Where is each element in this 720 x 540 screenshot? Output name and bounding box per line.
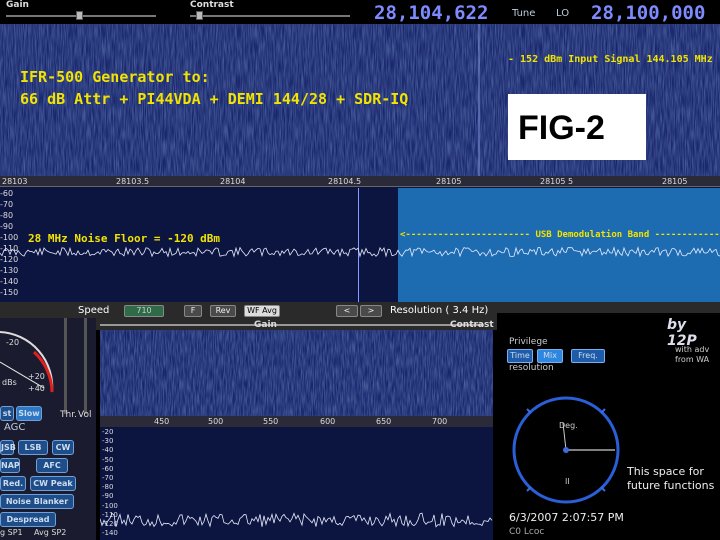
meter-tick: +20: [28, 372, 45, 381]
lo-frequency[interactable]: 28,100,000: [591, 2, 705, 24]
freq-tick: 28103.5: [116, 177, 150, 186]
bottom-status: C0 Lcoc: [509, 527, 545, 537]
resolution-label: resolution: [509, 363, 554, 373]
future-text-2: future functions: [627, 479, 715, 492]
mid-gain-label: Gain: [254, 320, 277, 330]
lo-label: LO: [556, 8, 570, 19]
red-button[interactable]: Red.: [0, 476, 26, 491]
gain-label: Gain: [6, 0, 29, 10]
generator-annotation-line2: 66 dB Attr + PI44VDA + DEMI 144/28 + SDR…: [20, 90, 409, 108]
tagline-1: with adv: [675, 345, 710, 354]
middle-spectrum[interactable]: 450 500 550 600 650 700 -20 -30 -40 -50 …: [100, 416, 493, 540]
thr-slider[interactable]: [64, 318, 67, 414]
lsb-button[interactable]: LSB: [18, 440, 48, 455]
dial-clock[interactable]: [511, 395, 621, 505]
mid-freq-tick: 550: [263, 417, 279, 426]
prev-button[interactable]: <: [336, 305, 358, 317]
tab-time[interactable]: Time: [507, 349, 533, 363]
mid-contrast-label: Contrast: [450, 320, 494, 330]
resolution-text: Resolution ( 3.4 Hz): [390, 305, 489, 316]
freq-tick: 28105 5: [540, 177, 574, 186]
despread-button[interactable]: Despread: [0, 512, 56, 527]
mid-freq-tick: 450: [154, 417, 170, 426]
timestamp: 6/3/2007 2:07:57 PM: [509, 511, 624, 524]
tagline-2: from WA: [675, 355, 710, 364]
nap-button[interactable]: NAP: [0, 458, 20, 473]
tab-mix[interactable]: Mix: [537, 349, 563, 363]
dial-top-label: Deg.: [559, 421, 578, 430]
tune-label: Tune: [512, 8, 536, 19]
next-button[interactable]: >: [360, 305, 382, 317]
speed-label: Speed: [78, 305, 110, 316]
sp1-label[interactable]: g SP1: [0, 528, 23, 537]
cw-button[interactable]: CW: [52, 440, 74, 455]
fig-label: FIG-2: [518, 109, 605, 147]
sp2-label[interactable]: Avg SP2: [34, 528, 66, 537]
privilege-label: Privilege: [509, 337, 548, 347]
mid-freq-tick: 700: [432, 417, 448, 426]
input-signal-annotation: - 152 dBm Input Signal 144.105 MHz: [508, 54, 713, 65]
f-button[interactable]: F: [184, 305, 202, 317]
usb-band-annotation: <----------------------- USB Demodulatio…: [400, 230, 720, 240]
vol-label: Vol: [78, 410, 92, 420]
spectrum-trace: [0, 246, 720, 258]
right-info-panel: by 12P Privilege Time Mix Freq. resoluti…: [497, 313, 720, 540]
top-spectrum[interactable]: 28103 28103.5 28104 28104.5 28105 28105 …: [0, 176, 720, 302]
freq-tick: 28103: [2, 177, 28, 186]
top-toolbar: Gain Contrast 28,104,622 Tune LO 28,100,…: [0, 0, 720, 24]
freq-tick: 28104.5: [328, 177, 362, 186]
fast-button[interactable]: st: [0, 406, 14, 421]
middle-waterfall[interactable]: [100, 330, 493, 416]
mid-freq-tick: 500: [208, 417, 224, 426]
top-waterfall[interactable]: IFR-500 Generator to: 66 dB Attr + PI44V…: [0, 24, 720, 176]
vol-slider[interactable]: [84, 318, 87, 414]
gain-slider-knob[interactable]: [76, 11, 83, 20]
noise-blanker-button[interactable]: Noise Blanker: [0, 494, 74, 509]
mid-slider-track[interactable]: [100, 324, 484, 326]
speed-value[interactable]: 710: [124, 305, 164, 317]
thr-label: Thr.: [60, 410, 77, 420]
meter-tick: +40: [28, 384, 45, 393]
mid-freq-tick: 600: [320, 417, 336, 426]
left-control-panel: -20 +20 +40 dBs st Slow Thr. Vol AGC JSB…: [0, 318, 96, 540]
fig-label-box: FIG-2: [508, 94, 646, 160]
afc-button[interactable]: AFC: [36, 458, 68, 473]
freq-tick: 28104: [220, 177, 246, 186]
contrast-label: Contrast: [190, 0, 234, 10]
meter-unit: dBs: [2, 378, 17, 387]
mid-waterfall-noise: [100, 330, 493, 416]
generator-annotation-line1: IFR-500 Generator to:: [20, 68, 210, 86]
usb-button[interactable]: JSB: [0, 440, 16, 455]
mid-freq-tick: 650: [376, 417, 392, 426]
slow-button[interactable]: Slow: [16, 406, 42, 421]
wf-avg-button[interactable]: WF Avg: [244, 305, 280, 317]
noise-floor-annotation: 28 MHz Noise Floor = -120 dBm: [28, 232, 221, 245]
mid-spectrum-trace: [100, 512, 493, 528]
dial-bottom-label: II: [565, 477, 570, 486]
freq-tick: 28105: [662, 177, 688, 186]
freq-tick: 28105: [436, 177, 462, 186]
tune-frequency[interactable]: 28,104,622: [374, 2, 488, 24]
meter-tick: -20: [6, 338, 20, 347]
cw-peak-button[interactable]: CW Peak: [30, 476, 76, 491]
rev-button[interactable]: Rev: [210, 305, 236, 317]
future-text-1: This space for: [627, 465, 704, 478]
tab-freq[interactable]: Freq.: [571, 349, 605, 363]
agc-label: AGC: [4, 422, 26, 433]
contrast-slider-knob[interactable]: [196, 11, 203, 20]
contrast-slider-track[interactable]: [190, 15, 350, 17]
